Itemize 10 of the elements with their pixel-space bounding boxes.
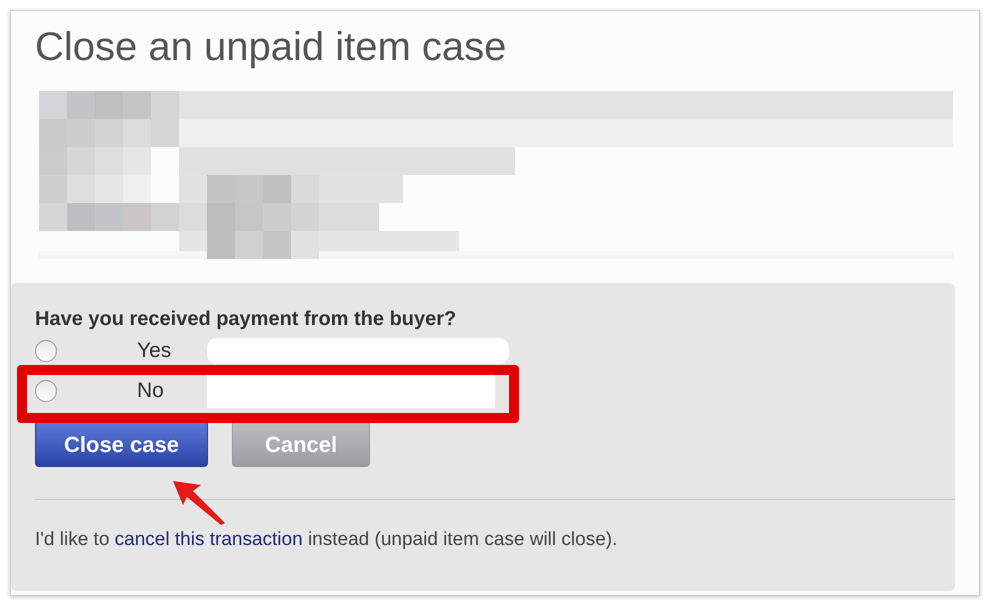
option-label: No (137, 378, 165, 404)
radio-button[interactable] (35, 380, 57, 402)
close-case-button[interactable]: Close case (35, 421, 208, 467)
radio-button[interactable] (35, 340, 57, 362)
cancel-transaction-link[interactable]: cancel this transaction (114, 529, 303, 550)
footer-text: I'd like to cancel this transaction instead (unpaid item case will close). (35, 528, 618, 552)
question-text: Have you received payment from the buyer? (35, 307, 458, 331)
page-title: Close an unpaid item case (35, 24, 508, 71)
option-label: Yes (137, 338, 172, 364)
arrow-icon (171, 479, 227, 525)
